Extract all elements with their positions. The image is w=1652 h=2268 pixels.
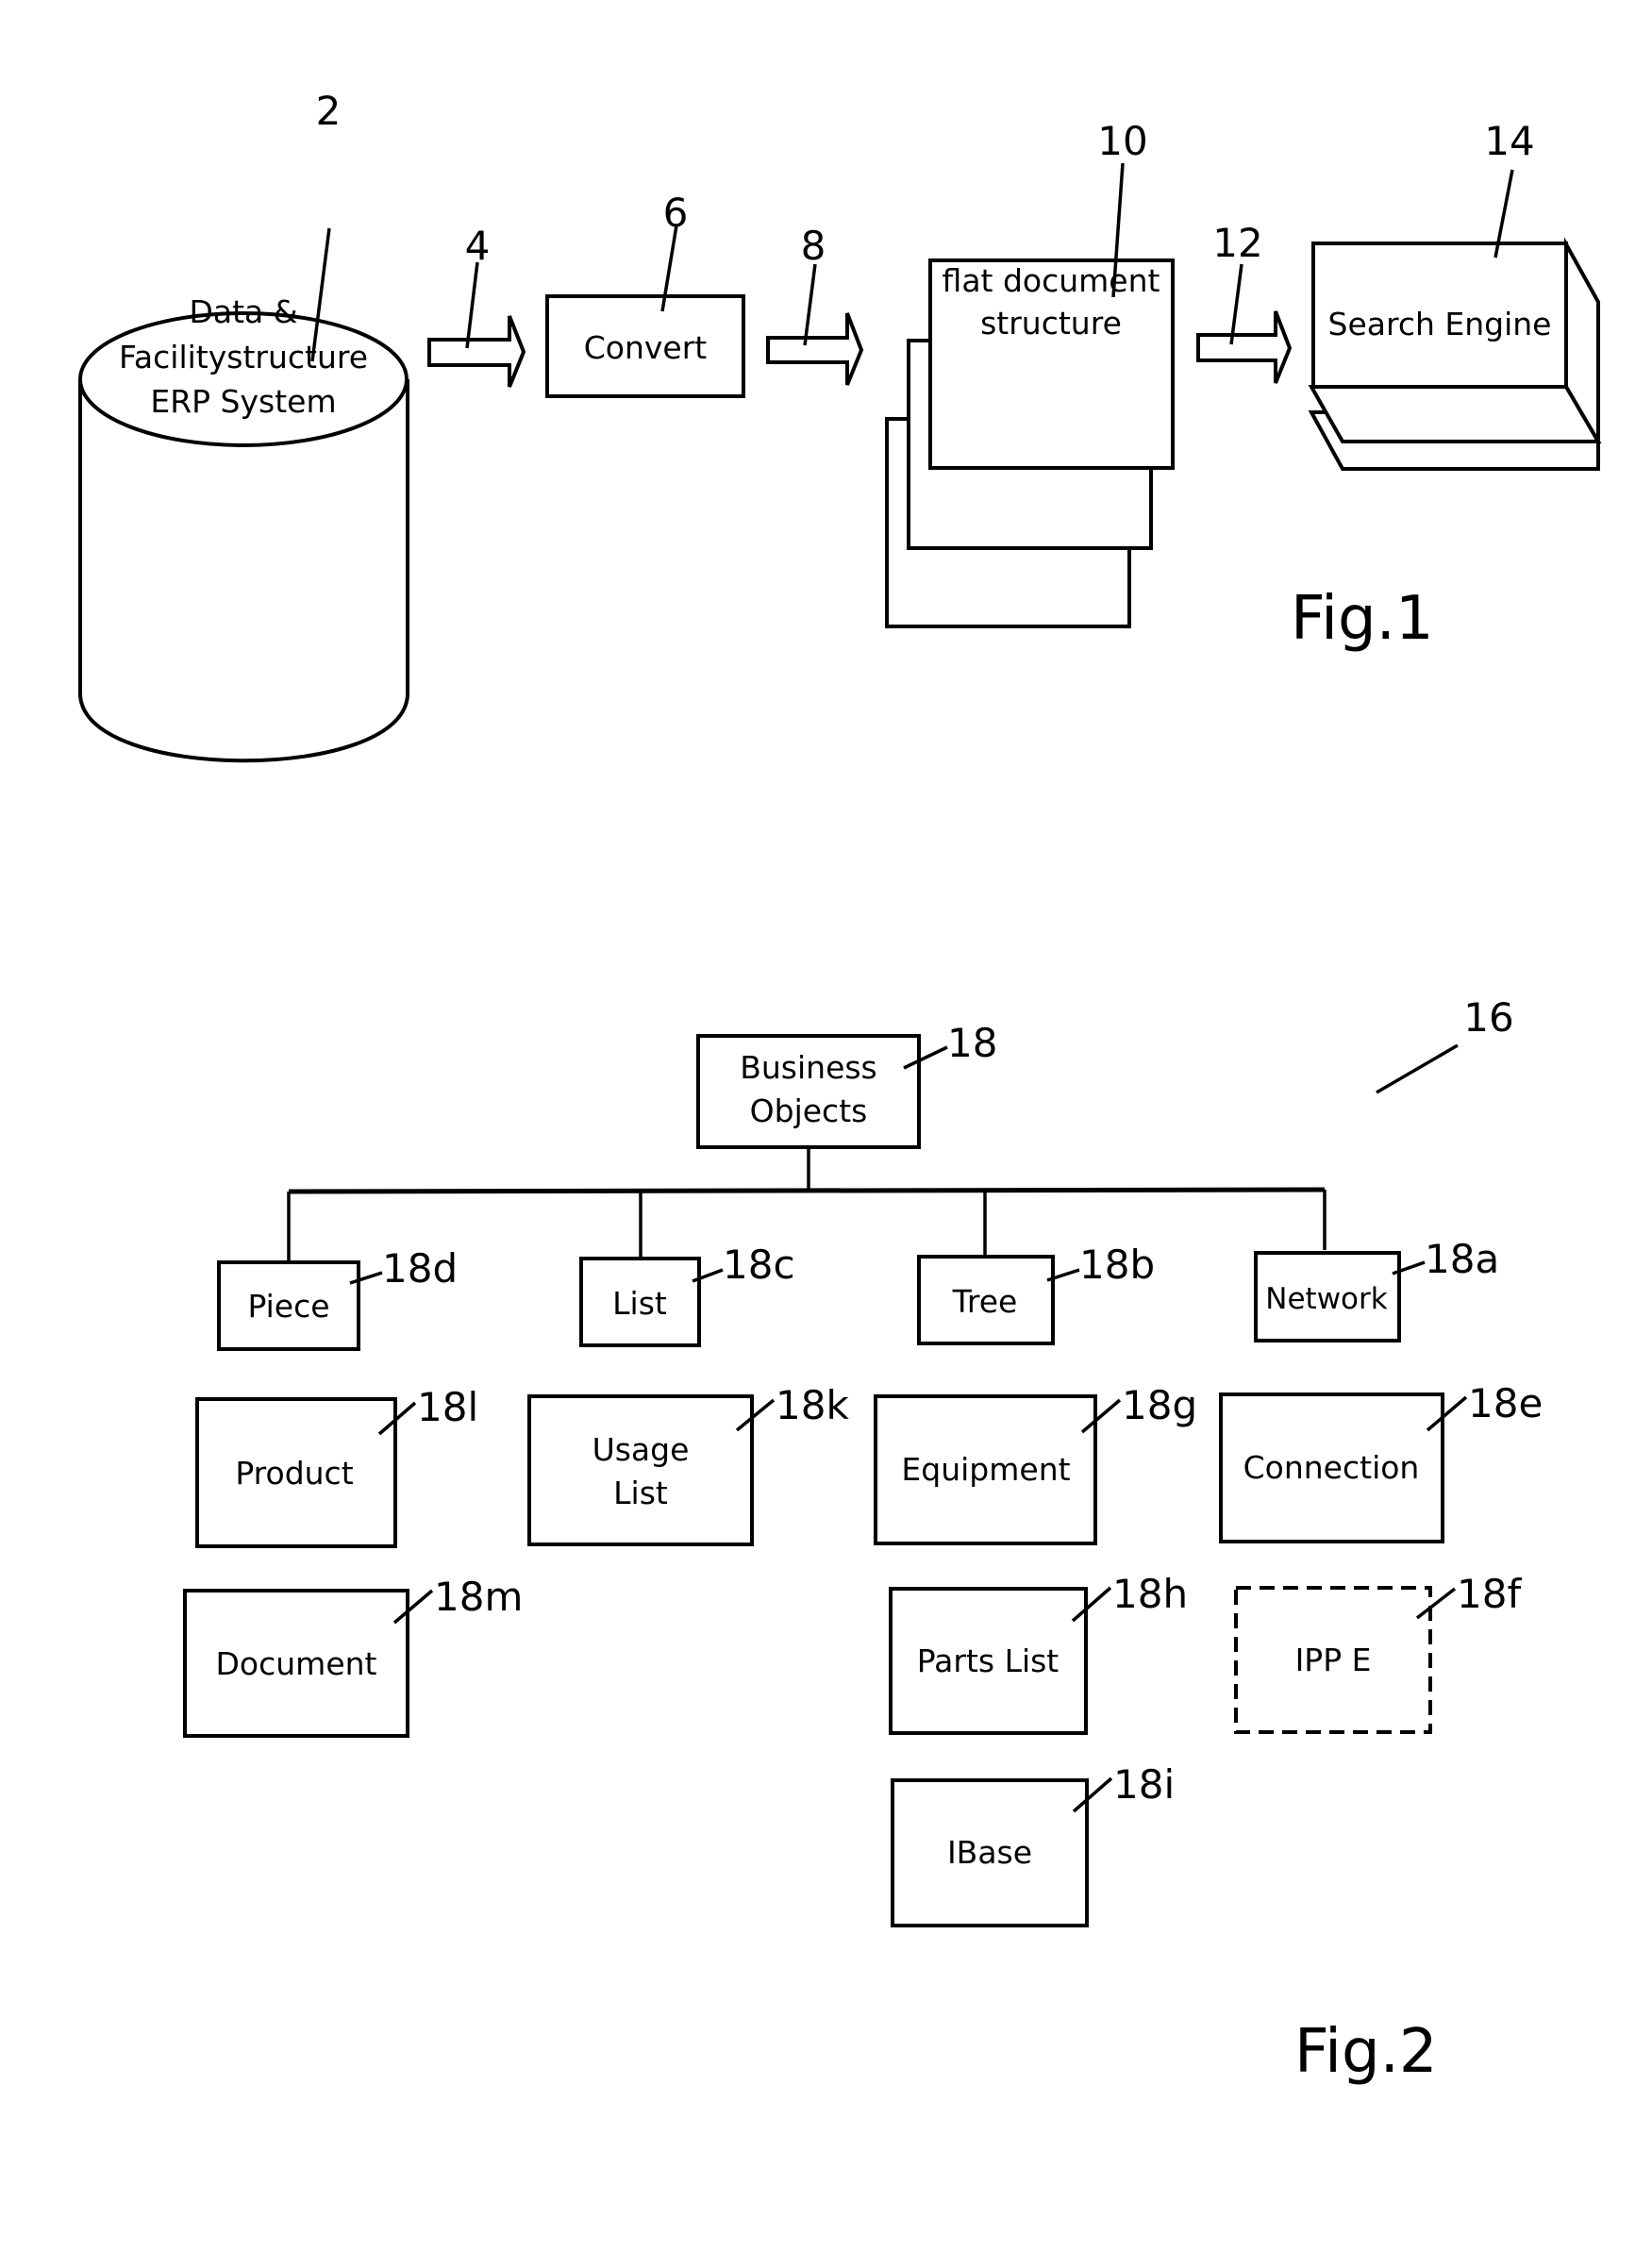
business-objects-line-1: Business xyxy=(740,1049,877,1086)
database-line-1: Data & xyxy=(189,293,297,330)
erp-database-cylinder: Data & Facilitystructure ERP System xyxy=(78,293,409,763)
item-equipment-label: Equipment xyxy=(901,1451,1070,1488)
search-engine-box: Search Engine xyxy=(1308,237,1602,471)
category-network: Network 18a xyxy=(1254,1236,1499,1342)
item-ibase-label: IBase xyxy=(947,1834,1032,1871)
ref-16-leader xyxy=(1376,1043,1459,1094)
flat-doc-line-1: flat document xyxy=(943,262,1160,299)
ref-18b: 18b xyxy=(1079,1242,1155,1288)
ref-2: 2 xyxy=(316,88,342,134)
category-piece: Piece 18d xyxy=(217,1245,458,1351)
ref-18i: 18i xyxy=(1113,1761,1175,1808)
item-parts-list-label: Parts List xyxy=(917,1643,1060,1679)
flat-doc-line-2: structure xyxy=(980,305,1122,342)
ref-6: 6 xyxy=(663,190,689,236)
patent-drawing-sheet: Data & Facilitystructure ERP System 2 4 … xyxy=(78,88,1602,2087)
flat-document-stack: flat document structure xyxy=(885,258,1175,628)
item-ipp-e: IPP E 18f xyxy=(1234,1571,1522,1734)
ref-18a: 18a xyxy=(1425,1236,1499,1282)
arrow-8 xyxy=(766,312,864,386)
item-product: Product 18l xyxy=(195,1384,478,1548)
arrow-4 xyxy=(427,315,526,388)
item-usage-list-line-2: List xyxy=(613,1475,668,1511)
database-line-2: Facilitystructure xyxy=(119,339,368,375)
item-parts-list: Parts List 18h xyxy=(889,1571,1188,1735)
item-product-label: Product xyxy=(235,1455,353,1492)
category-piece-label: Piece xyxy=(247,1288,329,1325)
ref-18e: 18e xyxy=(1468,1380,1543,1426)
item-usage-list-line-1: Usage xyxy=(592,1431,690,1468)
category-tree: Tree 18b xyxy=(917,1242,1155,1345)
ref-14: 14 xyxy=(1484,118,1534,164)
ref-18m: 18m xyxy=(434,1574,523,1620)
database-line-3: ERP System xyxy=(150,383,336,420)
category-network-label: Network xyxy=(1265,1282,1387,1316)
ref-12: 12 xyxy=(1212,220,1262,266)
ref-18c: 18c xyxy=(723,1242,795,1288)
ref-18: 18 xyxy=(947,1020,997,1066)
ref-18g: 18g xyxy=(1122,1382,1197,1428)
ref-4: 4 xyxy=(465,223,491,269)
ref-18k: 18k xyxy=(776,1382,849,1428)
ref-8: 8 xyxy=(801,223,826,269)
item-document-label: Document xyxy=(216,1645,377,1682)
fig2-caption: Fig.2 xyxy=(1294,2017,1438,2087)
category-list-label: List xyxy=(612,1285,667,1322)
item-equipment: Equipment 18g xyxy=(874,1382,1197,1545)
ref-4-leader xyxy=(465,261,479,349)
item-ipp-e-label: IPP E xyxy=(1295,1642,1372,1678)
ref-18h: 18h xyxy=(1112,1571,1188,1617)
item-usage-list: Usage List 18k xyxy=(527,1382,849,1546)
business-objects-line-2: Objects xyxy=(750,1092,868,1129)
fig1: Data & Facilitystructure ERP System 2 4 … xyxy=(78,88,1602,763)
item-connection: Connection 18e xyxy=(1219,1380,1543,1543)
convert-label: Convert xyxy=(584,329,708,366)
ref-8-leader xyxy=(803,263,817,346)
fig1-caption: Fig.1 xyxy=(1291,584,1434,654)
ref-18f: 18f xyxy=(1457,1571,1522,1617)
ref-18d: 18d xyxy=(382,1245,458,1292)
item-connection-label: Connection xyxy=(1243,1449,1420,1486)
search-engine-label: Search Engine xyxy=(1328,306,1552,342)
fig2: 16 Business Objects 18 Piece 18d List 18… xyxy=(183,994,1543,2087)
ref-12-leader xyxy=(1229,263,1243,345)
ref-16: 16 xyxy=(1463,994,1513,1041)
category-tree-label: Tree xyxy=(952,1283,1018,1320)
category-list: List 18c xyxy=(579,1242,795,1347)
arrow-12 xyxy=(1196,310,1293,384)
item-document: Document 18m xyxy=(183,1574,523,1738)
ref-10: 10 xyxy=(1097,118,1147,164)
ref-18l: 18l xyxy=(417,1384,478,1430)
item-ibase: IBase 18i xyxy=(891,1761,1175,1927)
